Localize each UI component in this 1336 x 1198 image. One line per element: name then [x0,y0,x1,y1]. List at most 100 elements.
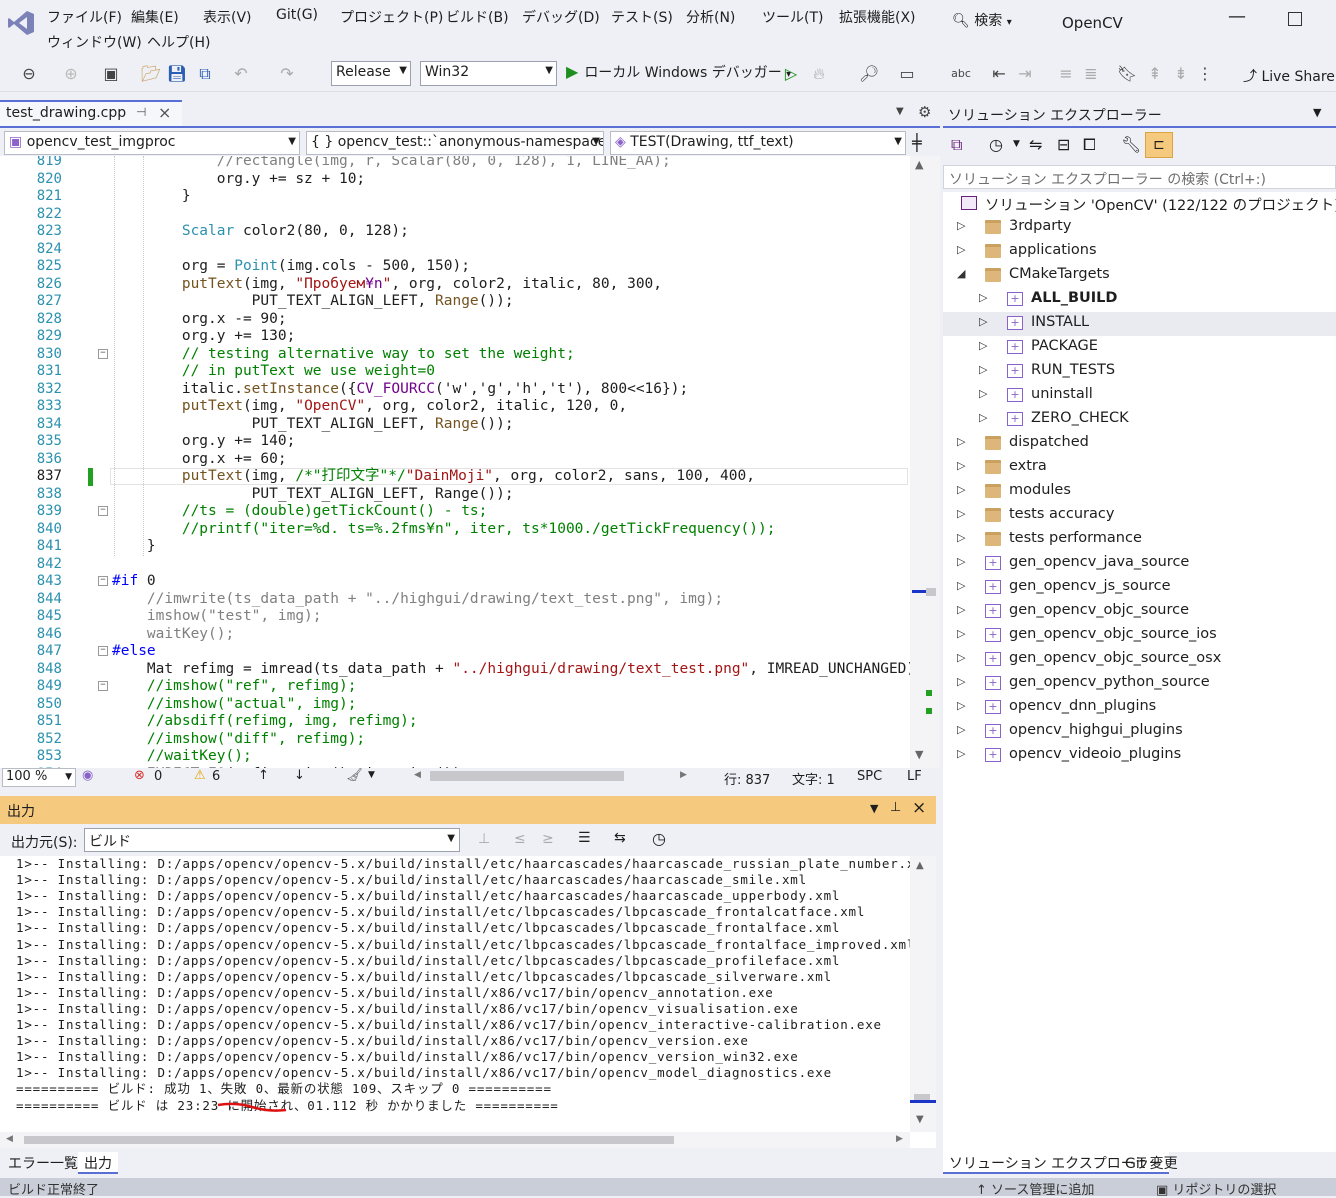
collapsed-chevron-icon[interactable]: ▷ [957,507,965,520]
pin-icon[interactable]: ⊣ [136,105,146,119]
menu-item-4[interactable]: プロジェクト(P) [340,7,443,27]
collapsed-chevron-icon[interactable]: ▷ [957,435,965,448]
menu-item-8[interactable]: 分析(N) [686,7,735,27]
error-icon[interactable]: ⊗ [134,768,145,783]
arrow-up-icon[interactable]: ↑ [258,768,269,783]
repository-button[interactable]: ▣ リポジトリの選択 [1156,1179,1276,1198]
live-share-button[interactable]: ⤴ Live Share [1243,66,1335,86]
collapsed-chevron-icon[interactable]: ▷ [957,675,965,688]
code-line[interactable]: 824 [0,241,908,259]
output-horizontal-scrollbar[interactable]: ◀ ▶ [0,1132,910,1148]
menu-item-row2-1[interactable]: ヘルプ(H) [147,32,210,52]
editor-vertical-scrollbar[interactable]: ▲ ▼ [910,156,940,768]
tree-item[interactable]: ▷ + opencv_dnn_plugins [943,696,1336,720]
sync-icon[interactable]: ⇋ [1029,135,1042,154]
code-line[interactable]: 820 org.y += sz + 10; [0,171,908,189]
collapse-toggle-icon[interactable]: − [98,646,108,656]
arrow-down-icon[interactable]: ↓ [294,768,305,783]
collapsed-chevron-icon[interactable]: ▷ [957,459,965,472]
collapsed-chevron-icon[interactable]: ▷ [979,411,987,424]
collapsed-chevron-icon[interactable]: ▷ [979,315,987,328]
menu-item-3[interactable]: Git(G) [276,7,318,23]
menu-item-row2-0[interactable]: ウィンドウ(W) [47,32,142,52]
code-editor[interactable]: 819 //rectangle(img, r, Scalar(80, 0, 12… [0,156,940,768]
properties-wrench-icon[interactable]: 🔧︎ [1121,135,1141,154]
scope-dropdown[interactable]: { } opencv_test::`anonymous-namespace' ▼ [306,131,604,155]
tree-item[interactable]: ▷ tests performance [943,528,1336,552]
tab-error-list[interactable]: エラー一覧 [2,1152,84,1174]
collapse-toggle-icon[interactable]: − [98,681,108,691]
expanded-chevron-icon[interactable]: ◢ [957,267,965,280]
panel-options-icon[interactable]: ▼ [870,802,878,815]
code-line[interactable]: 825 org = Point(img.cols - 500, 150); [0,258,908,276]
code-line[interactable]: 850 //imshow("actual", img); [0,696,908,714]
warning-icon[interactable]: ⚠ [194,768,206,783]
scroll-thumb[interactable] [926,588,936,596]
new-project-icon[interactable]: ▣ [100,63,122,85]
minimize-button[interactable]: — [1228,6,1246,27]
tree-item[interactable]: ▷ tests accuracy [943,504,1336,528]
code-line[interactable]: 842 [0,556,908,574]
platform-select[interactable]: Win32 ▼ [420,61,557,86]
menu-item-2[interactable]: 表示(V) [203,7,252,27]
open-folder-icon[interactable]: 📂︎ [140,63,162,85]
column-indicator[interactable]: 文字: 1 [792,769,835,788]
close-icon[interactable]: × [912,798,926,818]
uncomment-icon[interactable]: ⇥ [1014,63,1036,85]
tree-item[interactable]: ◢ CMakeTargets [943,264,1336,288]
menu-item-5[interactable]: ビルド(B) [446,7,509,27]
redo-icon[interactable]: ↷ [276,63,298,85]
whitespace-indicator[interactable]: SPC [857,769,882,784]
configuration-select[interactable]: Release ▼ [331,61,411,86]
collapsed-chevron-icon[interactable]: ▷ [957,555,965,568]
tab-git-changes[interactable]: Git 変更 [1119,1152,1184,1174]
maximize-button[interactable] [1288,12,1302,26]
line-ending-indicator[interactable]: LF [907,769,922,784]
tree-item[interactable]: ▷ + gen_opencv_objc_source_osx [943,648,1336,672]
output-source-select[interactable]: ビルド ▼ [84,828,460,852]
solution-explorer-search-input[interactable]: ソリューション エクスプローラー の検索 (Ctrl+:) [943,165,1336,189]
tree-item[interactable]: ▷ + uninstall [943,384,1336,408]
previous-bookmark-icon[interactable]: ⇞ [1144,63,1166,85]
navigate-back-icon[interactable]: ⊖ [18,63,40,85]
menu-item-9[interactable]: ツール(T) [762,7,823,27]
collapsed-chevron-icon[interactable]: ▷ [957,699,965,712]
previous-message-icon[interactable]: ≤ [514,831,526,847]
code-line[interactable]: 822 [0,206,908,224]
save-all-icon[interactable]: ⧉ [194,63,216,85]
collapsed-chevron-icon[interactable]: ▷ [957,747,965,760]
code-line[interactable]: 844 //imwrite(ts_data_path + "../highgui… [0,591,908,609]
code-line[interactable]: 823 Scalar color2(80, 0, 128); [0,223,908,241]
scroll-left-icon[interactable]: ◀ [6,1134,13,1144]
search-button[interactable]: 🔍︎ 検索 ▾ [952,10,1012,30]
code-line[interactable]: 840 //printf("iter=%d. ts=%.2fms¥n", ite… [0,521,908,539]
preview-selected-icon[interactable]: ⊏ [1145,132,1173,158]
copilot-icon[interactable]: ◉ [82,768,93,783]
collapsed-chevron-icon[interactable]: ▷ [957,627,965,640]
scroll-up-icon[interactable]: ▲ [915,158,923,171]
menu-item-0[interactable]: ファイル(F) [47,7,122,27]
tree-item[interactable]: ▷ + gen_opencv_objc_source [943,600,1336,624]
scroll-down-icon[interactable]: ▼ [916,1114,924,1125]
indent-icon[interactable]: ≡ [1055,63,1077,85]
history-icon[interactable]: ◷ [989,135,1003,154]
collapsed-chevron-icon[interactable]: ▷ [979,363,987,376]
collapsed-chevron-icon[interactable]: ▷ [957,219,965,232]
scroll-thumb[interactable] [914,1094,930,1100]
collapsed-chevron-icon[interactable]: ▷ [957,651,965,664]
line-indicator[interactable]: 行: 837 [724,769,770,788]
code-line[interactable]: 831 // in putText we use weight=0 [0,363,908,381]
tree-item[interactable]: ▷ + ZERO_CHECK [943,408,1336,432]
hot-reload-icon[interactable]: 🔥︎ [808,63,830,85]
window-layout-icon[interactable]: ▭ [896,63,918,85]
tree-item[interactable]: ▷ + gen_opencv_objc_source_ios [943,624,1336,648]
tree-item[interactable]: ▷ + INSTALL [943,312,1336,336]
tree-item[interactable]: ▷ applications [943,240,1336,264]
toolbar-overflow-icon[interactable]: ⋮ [1194,63,1216,85]
collapsed-chevron-icon[interactable]: ▷ [957,243,965,256]
navigate-forward-icon[interactable]: ⊕ [60,63,82,85]
code-line[interactable]: 847 − #else [0,643,908,661]
show-all-files-icon[interactable]: ⧠ [1083,135,1096,155]
outdent-icon[interactable]: ≣ [1080,63,1102,85]
collapse-toggle-icon[interactable]: − [98,576,108,586]
